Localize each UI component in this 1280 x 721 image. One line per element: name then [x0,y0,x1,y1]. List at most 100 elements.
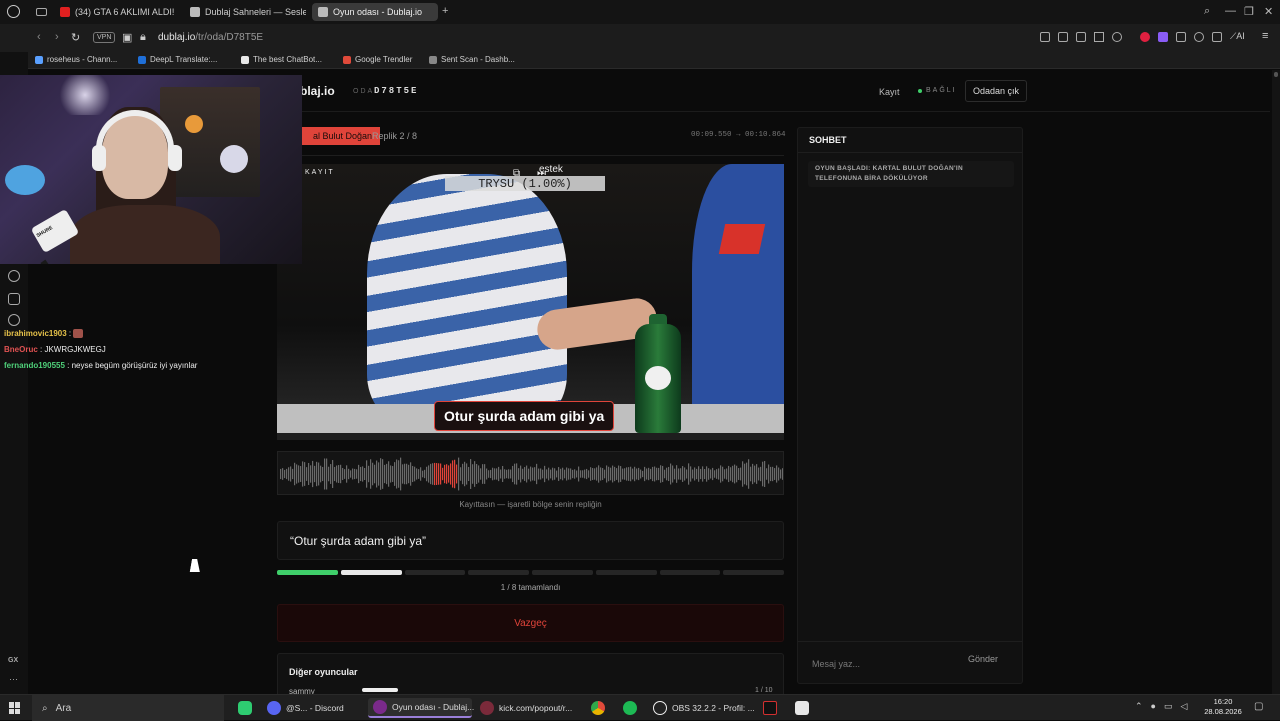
workspaces-icon[interactable] [36,8,47,16]
minimize-icon[interactable]: — [1225,5,1236,17]
record-extension-icon[interactable] [1140,32,1150,42]
waveform-bar [590,467,592,481]
reload-icon[interactable]: ↻ [71,31,80,44]
more-icon[interactable]: ··· [9,674,18,684]
video-progress-bar[interactable] [277,433,784,440]
notifications-icon[interactable]: ▢ [1254,701,1263,712]
padlock-icon[interactable]: 🔒︎ [140,31,146,44]
vpn-badge[interactable]: VPN [93,32,116,43]
cancel-button[interactable]: Vazgeç [277,604,784,642]
ai-icon[interactable]: ⟋AI [1230,31,1245,42]
snapshot-icon[interactable] [1058,32,1068,42]
scroll-thumb[interactable] [1274,72,1278,77]
new-tab-button[interactable]: + [442,5,448,17]
taskbar-spotify[interactable] [618,698,642,718]
waveform-bar [658,467,660,481]
waveform-bar [500,469,502,479]
bookmark-chatbot[interactable]: The best ChatBot... [241,55,322,64]
taskbar-opera-dublaj[interactable]: Oyun odası - Dublaj... [368,698,474,718]
taskbar-whatsapp[interactable] [233,698,257,718]
url-field[interactable]: dublaj.io/tr/oda/D78T5E [158,32,263,43]
waveform-bar [332,460,334,488]
download-icon[interactable] [1212,32,1222,42]
waveform-bar [546,469,548,479]
waveform-bar [570,468,572,480]
settings-icon[interactable] [8,314,20,326]
bookmark-google-trends[interactable]: Google Trendler [343,55,412,64]
shield-icon[interactable] [1076,32,1086,42]
clock[interactable]: 16:20 28.08.2026 [1204,697,1242,717]
waveform-bar [566,467,568,481]
waveform-bar [378,462,380,486]
waveform-bar [470,459,472,489]
bookmark-sent-scan[interactable]: Sent Scan - Dashb... [429,55,515,64]
search-tabs-icon[interactable]: ⌕ [1204,5,1210,18]
waveform-bar [612,465,614,483]
tab-youtube[interactable]: (34) GTA 6 AKLIMI ALDI! İLK... [54,3,174,21]
lock-icon[interactable]: ▣ [122,31,132,44]
waveform-marked-bar [442,467,444,481]
profile-icon[interactable] [1194,32,1204,42]
waveform-bar [462,463,464,485]
webcam-plush [5,165,45,195]
waveform-bar [606,465,608,483]
opera-logo-icon[interactable] [7,5,20,18]
waveform-bar [496,468,498,480]
waveform-bar [720,465,722,483]
stats-extension-icon[interactable] [1158,32,1168,42]
waveform-bar [718,468,720,480]
tray-chevron-icon[interactable]: ⌃ [1135,701,1143,712]
forward-icon[interactable]: › [55,31,59,43]
tab-game-room[interactable]: Oyun odası - Dublaj.io [312,3,438,21]
waveform-bar [346,465,348,483]
app-logo[interactable]: blaj.io [300,84,335,98]
bookmark-icon[interactable] [1040,32,1050,42]
taskbar-capcut[interactable] [790,698,814,718]
video-player[interactable]: TRYSU (1.00%) estek KAYIT ⧉ ⏭ Otur şurda… [277,164,784,433]
waveform-bar [504,469,506,479]
bookmark-deepl[interactable]: DeepL Translate:... [138,55,217,64]
taskbar-kick[interactable]: kick.com/popout/r... [475,698,579,718]
waveform-bar [664,469,666,479]
play-icon[interactable] [1094,32,1104,42]
popout-icon[interactable]: ⧉ [513,168,520,179]
network-icon[interactable]: ▭ [1164,701,1173,712]
chat-username: BneOruc [4,345,38,354]
taskbar-discord[interactable]: @S... - Discord [262,698,366,718]
waveform-bar [722,466,724,482]
taskbar-app-red[interactable] [758,698,782,718]
waveform-bar [526,465,528,483]
skip-icon[interactable]: ⏭ [537,168,546,179]
waveform-bar [572,469,574,479]
waveform-bar [588,470,590,478]
page-scrollbar[interactable] [1272,70,1280,694]
microphone-icon[interactable]: ● [1151,701,1156,712]
bookmark-roseheus[interactable]: roseheus - Chann... [35,55,117,64]
extensions-icon[interactable] [1176,32,1186,42]
leave-room-button[interactable]: Odadan çık [965,80,1028,102]
waveform-bar [478,465,480,483]
heart-icon[interactable] [1112,32,1122,42]
audio-waveform[interactable] [277,451,784,495]
maximize-icon[interactable]: ❐ [1244,5,1254,18]
waveform-bar [376,460,378,488]
waveform-bar [536,463,538,485]
message-input[interactable] [804,650,954,678]
chat-panel: SOHBET OYUN BAŞLADI: KARTAL BULUT DOĞAN'… [797,127,1023,684]
history-icon[interactable] [8,270,20,282]
back-icon[interactable]: ‹ [37,31,41,43]
gx-label[interactable]: GX [8,657,18,664]
waveform-bar [698,466,700,482]
record-link[interactable]: Kayıt [879,87,900,97]
volume-icon[interactable]: ◁ [1181,701,1188,712]
close-window-icon[interactable]: ✕ [1264,5,1273,18]
start-icon[interactable] [9,702,21,714]
taskbar-obs[interactable]: OBS 32.2.2 - Profil: ... [648,698,755,718]
taskbar-search[interactable]: ⌕ Ara [32,695,224,721]
tab-dublaj-scenes[interactable]: Dublaj Sahneleri — Seslendir [184,3,306,21]
waveform-bar [340,464,342,484]
send-button[interactable]: Gönder [968,654,998,664]
extensions-sidebar-icon[interactable] [8,293,20,305]
menu-icon[interactable]: ≡ [1262,30,1268,42]
taskbar-chrome[interactable] [586,698,610,718]
